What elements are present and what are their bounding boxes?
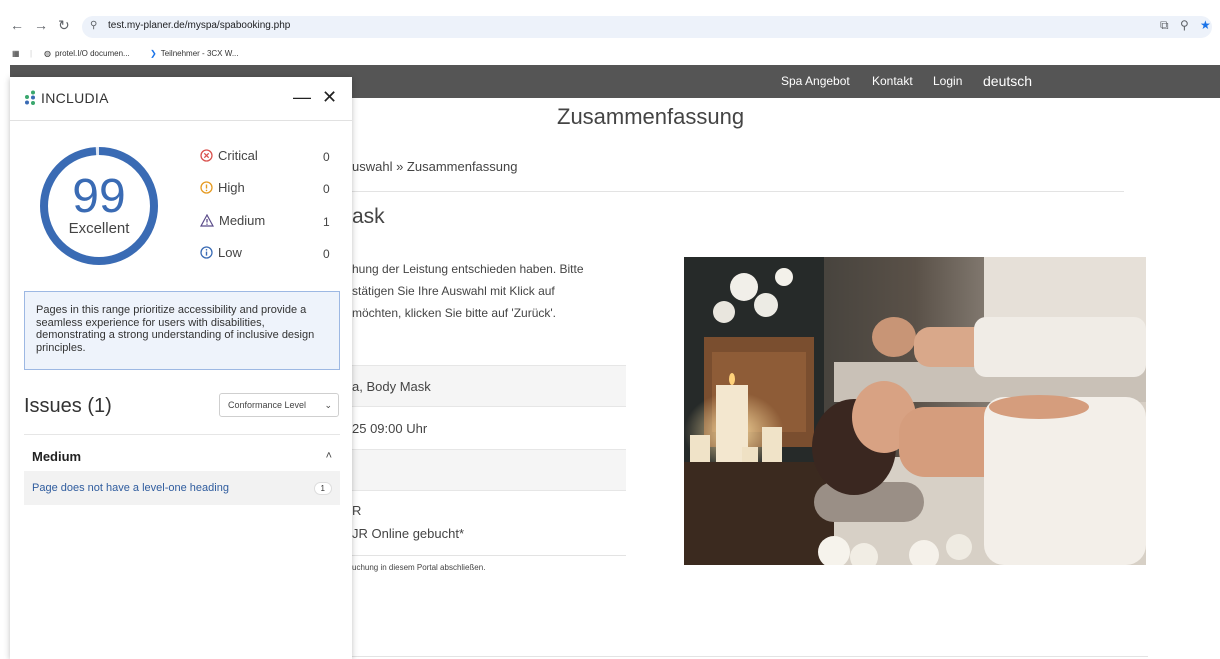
divider: | [30,49,33,58]
nav-spa-angebot[interactable]: Spa Angebot [781,74,850,88]
critical-count: 0 [323,150,330,164]
treatment-heading: ask [352,205,385,228]
nav-login[interactable]: Login [933,74,962,88]
divider [352,191,1124,192]
divider [352,656,1148,657]
medium-warning-icon [200,214,214,227]
severity-medium[interactable]: Medium [200,213,265,228]
online-price-line: JR Online gebucht* [352,526,465,541]
fine-print: uchung in diesem Portal abschließen. [352,563,486,572]
divider [352,555,626,556]
severity-low[interactable]: Low [200,245,242,260]
issues-heading: Issues (1) [24,395,112,417]
includia-dots-icon [25,90,35,105]
medium-group-toggle[interactable]: Medium ˄ [24,443,340,469]
high-exclamation-icon [200,181,213,194]
summary-row-treatment: a, Body Mask [352,365,626,407]
chevron-down-icon: ⌄ [324,399,332,410]
bookmark-star-icon[interactable]: ★ [1200,18,1211,32]
nav-kontakt[interactable]: Kontakt [872,74,913,88]
globe-icon: ◍ [44,49,51,58]
summary-row-empty [352,449,626,491]
select-label: Conformance Level [228,400,307,410]
includia-panel: INCLUDIA — ✕ 99 Excellent Critical 0 Hig… [10,77,352,659]
score-value: 99 [72,170,126,223]
severity-high[interactable]: High [200,180,245,195]
issue-item[interactable]: Page does not have a level-one heading 1 [24,471,340,505]
bookmark-label: protel.I/O documen... [54,49,130,58]
issue-count-badge: 1 [313,481,332,495]
description-line: hung der Leistung entschieden haben. Bit… [352,262,584,276]
summary-row-date: 25 09:00 Uhr [352,420,428,436]
zoom-icon[interactable]: ⚲ [1180,18,1189,32]
includia-logo: INCLUDIA [24,90,109,106]
divider [24,434,340,435]
minimize-button[interactable]: — [293,87,311,108]
forward-arrow-icon[interactable]: → [34,17,48,33]
severity-label: Critical [218,148,258,163]
chevron-up-icon: ˄ [325,450,332,462]
bookmark-label: Teilnehmer - 3CX W... [160,49,239,58]
booking-description: hung der Leistung entschieden haben. Bit… [352,258,622,324]
group-title: Medium [32,448,82,464]
bookmarks-bar: ▦ | ◍ protel.I/O documen... ❯ Teilnehmer… [0,45,1220,65]
score-label: Excellent [68,220,130,237]
issue-link[interactable]: Page does not have a level-one heading [32,482,229,494]
critical-x-icon [200,149,213,162]
panel-header: INCLUDIA — ✕ [10,77,352,121]
severity-label: Low [218,245,242,260]
medium-count: 1 [323,215,330,229]
bookmark-3cx[interactable]: ❯ Teilnehmer - 3CX W... [150,49,239,58]
back-arrow-icon[interactable]: ← [10,17,24,33]
page-title: Zusammenfassung [557,104,745,129]
severity-critical[interactable]: Critical [200,148,258,163]
breadcrumb: uswahl » Zusammenfassung [352,159,518,174]
low-count: 0 [323,247,330,261]
nav-language[interactable]: deutsch [983,73,1032,89]
reload-icon[interactable]: ↻ [58,17,70,33]
price-line: R [352,503,362,518]
install-app-icon[interactable]: ⧉ [1160,18,1169,33]
conformance-level-select[interactable]: Conformance Level ⌄ [219,393,339,417]
site-settings-icon[interactable]: ⚲ [90,20,97,31]
3cx-logo-icon: ❯ [150,49,157,58]
low-info-icon [200,246,213,259]
url-text[interactable]: test.my-planer.de/myspa/spabooking.php [108,20,290,31]
description-line: möchten, klicken Sie bitte auf 'Zurück'. [352,306,557,320]
bookmark-protel[interactable]: ◍ protel.I/O documen... [44,49,130,58]
close-button[interactable]: ✕ [322,87,337,108]
spa-photo [684,257,1146,565]
brand-name: INCLUDIA [41,90,109,106]
severity-label: Medium [219,213,266,228]
description-line: stätigen Sie Ihre Auswahl mit Klick auf [352,284,555,298]
browser-toolbar: ← → ↻ ⚲ test.my-planer.de/myspa/spabooki… [0,0,1220,45]
high-count: 0 [323,182,330,196]
apps-grid-icon[interactable]: ▦ [12,49,20,58]
score-explanation: Pages in this range prioritize accessibi… [24,291,340,370]
severity-label: High [218,180,245,195]
